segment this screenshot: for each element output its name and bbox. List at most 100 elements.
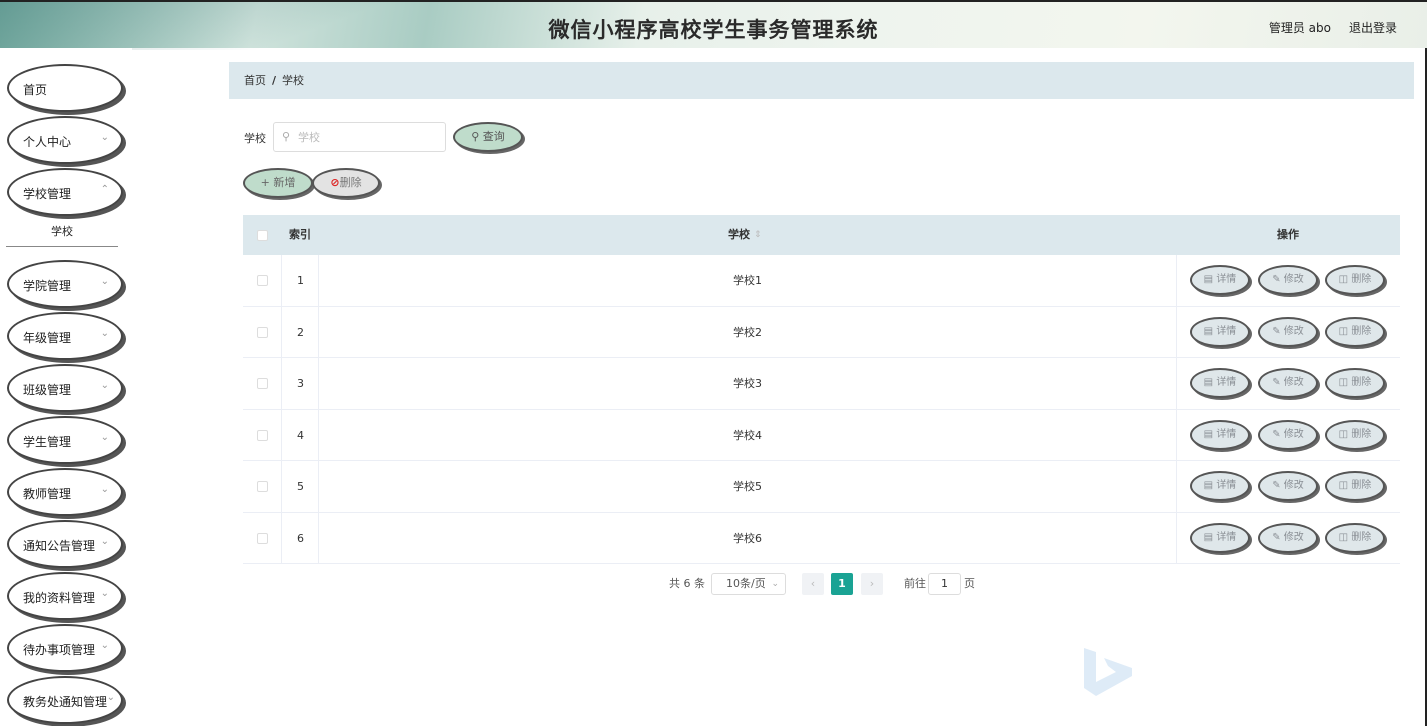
table-header: 索引 学校 ⇕ 操作 (243, 215, 1400, 255)
edit-button-label: 修改 (1283, 480, 1304, 491)
sidebar-subitem-school[interactable]: 学校 (6, 217, 118, 247)
batch-delete-button[interactable]: ⊘删除 (312, 168, 380, 198)
chevron-right-icon: › (869, 577, 875, 590)
cell-index: 3 (297, 377, 304, 390)
edit-button-label: 修改 (1283, 428, 1304, 440)
cell-index: 6 (297, 531, 304, 545)
page-size-select[interactable]: 10条/页 ⌄ (711, 573, 786, 595)
detail-button[interactable]: ▤ 详情 (1190, 471, 1250, 501)
sidebar-item-class-management[interactable]: 班级管理 ⌄ (7, 364, 123, 412)
delete-button[interactable]: ◫ 删除 (1325, 419, 1385, 450)
breadcrumb-current: 学校 (282, 74, 305, 87)
row-checkbox[interactable] (257, 326, 268, 338)
column-divider (281, 306, 282, 358)
edit-button[interactable]: ✎ 修改 (1258, 316, 1318, 347)
delete-button-label: 删除 (1351, 274, 1372, 285)
sidebar-item-school-management[interactable]: 学校管理 ⌃ (7, 168, 123, 216)
column-divider (1176, 409, 1177, 461)
column-header-action: 操作 (1277, 228, 1299, 241)
row-checkbox[interactable] (257, 481, 268, 492)
edit-button[interactable]: ✎ 修改 (1258, 471, 1318, 501)
goto-page-input[interactable]: 1 (928, 573, 961, 595)
edit-button[interactable]: ✎ 修改 (1258, 522, 1318, 553)
sidebar-item-notice-management[interactable]: 通知公告管理 ⌄ (7, 520, 123, 568)
prev-page-button[interactable]: ‹ (802, 573, 824, 595)
document-icon: ▤ (1203, 531, 1214, 543)
current-page-button[interactable]: 1 (831, 573, 853, 595)
detail-button[interactable]: ▤ 详情 (1190, 419, 1250, 450)
page-size-value: 10条/页 (726, 577, 766, 590)
school-table: 索引 学校 ⇕ 操作 1 学校1 ▤ 详情 ✎ 修改 ◫ 删除 2 学校2 ▤ … (243, 215, 1400, 564)
delete-button-label: 删除 (1351, 377, 1372, 388)
sidebar-item-todo-management[interactable]: 待办事项管理 ⌄ (7, 624, 123, 672)
sort-icon[interactable]: ⇕ (754, 215, 762, 255)
delete-button[interactable]: ◫ 删除 (1325, 522, 1385, 553)
column-divider (318, 358, 319, 409)
edit-button[interactable]: ✎ 修改 (1258, 368, 1318, 398)
sidebar-item-home[interactable]: 首页 (7, 64, 123, 112)
sidebar-item-materials-management[interactable]: 我的资料管理 ⌄ (7, 572, 123, 620)
column-divider (281, 409, 282, 461)
detail-button[interactable]: ▤ 详情 (1190, 368, 1250, 398)
top-header: 微信小程序高校学生事务管理系统 管理员 abo 退出登录 (0, 0, 1427, 50)
search-label: 学校 (244, 132, 266, 145)
document-icon: ▤ (1203, 480, 1214, 491)
detail-button[interactable]: ▤ 详情 (1190, 265, 1250, 295)
detail-button-label: 详情 (1216, 377, 1237, 388)
add-button[interactable]: + 新增 (243, 168, 313, 198)
sidebar-item-college-management[interactable]: 学院管理 ⌄ (7, 260, 123, 308)
chevron-down-icon: ⌄ (100, 132, 109, 143)
chevron-down-icon: ⌄ (100, 588, 109, 599)
sidebar-item-label: 班级管理 (23, 383, 72, 397)
edit-button[interactable]: ✎ 修改 (1258, 265, 1318, 295)
search-icon: ⚲ (282, 130, 291, 143)
pencil-icon: ✎ (1272, 428, 1281, 440)
row-checkbox[interactable] (257, 532, 268, 544)
row-checkbox[interactable] (257, 378, 268, 389)
table-row: 6 学校6 ▤ 详情 ✎ 修改 ◫ 删除 (243, 512, 1400, 564)
row-checkbox[interactable] (257, 429, 268, 441)
table-row: 5 学校5 ▤ 详情 ✎ 修改 ◫ 删除 (243, 461, 1400, 513)
pagination-total: 共 6 条 (669, 577, 705, 590)
chevron-left-icon: ‹ (810, 577, 816, 590)
cell-index: 1 (297, 274, 304, 287)
admin-user-label: 管理员 abo (1268, 21, 1331, 35)
row-checkbox[interactable] (257, 275, 268, 286)
delete-button[interactable]: ◫ 删除 (1325, 368, 1385, 398)
logout-link[interactable]: 退出登录 (1349, 19, 1397, 36)
next-page-button[interactable]: › (861, 573, 883, 595)
sidebar-item-grade-management[interactable]: 年级管理 ⌄ (7, 312, 123, 360)
sidebar-item-label: 通知公告管理 (23, 539, 96, 553)
column-divider (318, 409, 319, 461)
sidebar-item-student-management[interactable]: 学生管理 ⌄ (7, 416, 123, 464)
column-divider (1176, 255, 1177, 306)
chevron-up-icon: ⌃ (100, 184, 109, 195)
column-divider (318, 255, 319, 306)
sidebar-item-profile[interactable]: 个人中心 ⌄ (7, 116, 123, 164)
breadcrumb-home[interactable]: 首页 (244, 74, 266, 87)
query-button[interactable]: ⚲ 查询 (453, 122, 523, 152)
detail-button-label: 详情 (1216, 531, 1237, 543)
search-icon: ⚲ (471, 130, 480, 143)
search-field[interactable]: ⚲ (273, 122, 446, 152)
search-input[interactable] (298, 129, 438, 145)
cell-index: 4 (297, 428, 304, 442)
detail-button[interactable]: ▤ 详情 (1190, 316, 1250, 347)
delete-button-label: 删除 (1351, 531, 1372, 543)
document-icon: ▤ (1203, 428, 1214, 440)
edit-button-label: 修改 (1283, 531, 1304, 543)
delete-button[interactable]: ◫ 删除 (1325, 471, 1385, 501)
delete-button[interactable]: ◫ 删除 (1325, 265, 1385, 295)
delete-button[interactable]: ◫ 删除 (1325, 316, 1385, 347)
select-all-checkbox[interactable] (257, 230, 268, 241)
delete-button-label: 删除 (1351, 325, 1372, 337)
sidebar-item-teacher-management[interactable]: 教师管理 ⌄ (7, 468, 123, 516)
edit-button[interactable]: ✎ 修改 (1258, 419, 1318, 450)
cell-index: 2 (297, 325, 304, 339)
column-header-school[interactable]: 学校 (728, 215, 750, 255)
plus-icon: + (260, 176, 270, 189)
detail-button[interactable]: ▤ 详情 (1190, 522, 1250, 553)
cell-school: 学校3 (733, 377, 762, 390)
sidebar-item-academic-notice-management[interactable]: 教务处通知管理 ⌄ (7, 676, 123, 724)
chevron-down-icon: ⌄ (106, 692, 115, 703)
